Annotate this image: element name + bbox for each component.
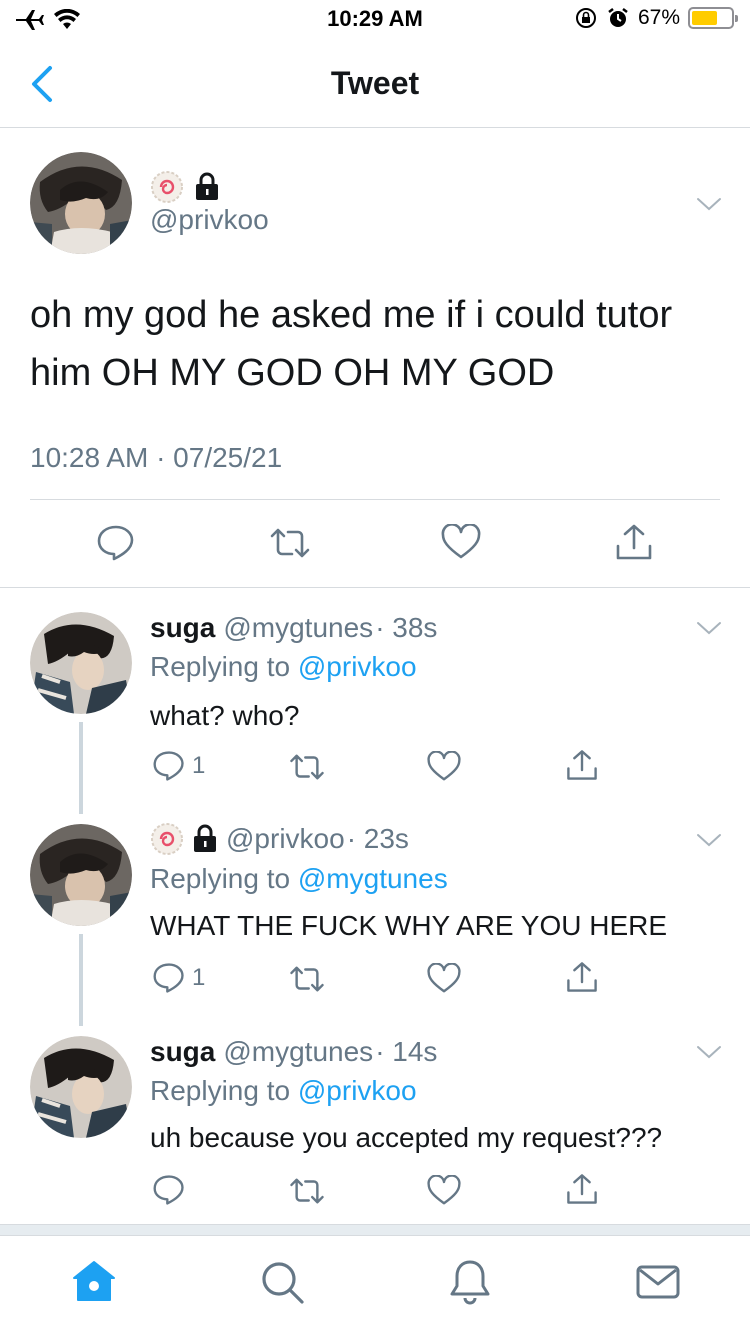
tab-bar	[0, 1236, 750, 1334]
battery-icon	[688, 7, 738, 29]
share-icon[interactable]	[565, 748, 599, 782]
tweet-text: oh my god he asked me if i could tutor h…	[30, 294, 673, 394]
replying-to: Replying to @privkoo	[150, 1075, 417, 1107]
battery-fill	[692, 11, 718, 25]
heart-icon[interactable]	[427, 1175, 461, 1206]
replying-to-label: Replying to	[150, 1075, 291, 1106]
replying-to-link[interactable]: @mygtunes	[298, 863, 448, 894]
chevron-down-icon[interactable]	[696, 620, 722, 636]
divider	[30, 499, 720, 500]
display-name[interactable]: suga	[150, 1036, 215, 1068]
display-name[interactable]: suga	[150, 612, 215, 644]
fishcake-emoji-icon	[151, 171, 183, 203]
chevron-down-icon[interactable]	[696, 832, 722, 848]
reply-time: · 38s	[375, 612, 438, 643]
heart-icon[interactable]	[427, 751, 461, 782]
share-icon[interactable]	[614, 522, 654, 562]
reply-count: 1	[192, 964, 206, 991]
reply-time: · 23s	[346, 823, 409, 854]
lock-icon	[194, 824, 216, 852]
status-bar: 10:29 AM 67%	[0, 0, 750, 40]
battery-percent: 67%	[637, 6, 680, 29]
reply-icon[interactable]	[96, 524, 136, 562]
reply-tweet[interactable]: @privkoo · 23s Replying to @mygtunes WHAT…	[0, 800, 750, 1012]
share-icon[interactable]	[565, 960, 599, 994]
reply-text: what? who?	[150, 700, 300, 731]
main-tweet: @privkoo oh my god he asked me if i coul…	[0, 128, 750, 588]
reply-time: · 14s	[375, 1036, 438, 1067]
reply-handle[interactable]: @mygtunes	[223, 1036, 373, 1068]
main-name-row	[150, 170, 220, 204]
tweet-timestamp: 10:28 AM · 07/25/21	[30, 442, 283, 473]
reply-tweet[interactable]: suga @mygtunes · 38s Replying to @privkoo…	[0, 588, 750, 800]
status-right: 67%	[574, 6, 738, 30]
replying-to-label: Replying to	[150, 863, 291, 894]
nav-bar: Tweet	[0, 40, 750, 128]
retweet-icon[interactable]	[268, 526, 312, 560]
reply-handle[interactable]: @mygtunes	[223, 612, 373, 644]
reply-icon[interactable]	[152, 1174, 186, 1206]
avatar[interactable]	[30, 824, 132, 926]
retweet-icon[interactable]	[288, 752, 326, 782]
reply-tweet[interactable]: suga @mygtunes · 14s Replying to @privkoo…	[0, 1012, 750, 1224]
replying-to: Replying to @privkoo	[150, 651, 417, 683]
notifications-icon[interactable]	[446, 1258, 494, 1306]
reply-count: 1	[192, 752, 206, 779]
retweet-icon[interactable]	[288, 964, 326, 994]
replying-to-label: Replying to	[150, 651, 291, 682]
replying-to: Replying to @mygtunes	[150, 863, 448, 895]
alarm-icon	[608, 8, 628, 27]
replying-to-link[interactable]: @privkoo	[298, 651, 417, 682]
reply-text: WHAT THE FUCK WHY ARE YOU HERE	[150, 910, 668, 941]
avatar[interactable]	[30, 612, 132, 714]
feed-separator	[0, 1224, 750, 1236]
home-icon[interactable]	[70, 1258, 118, 1306]
avatar[interactable]	[30, 1036, 132, 1138]
rotation-lock-icon	[575, 8, 596, 28]
chevron-down-icon[interactable]	[696, 196, 722, 212]
reply-icon	[153, 751, 184, 781]
fishcake-emoji-icon	[151, 823, 183, 855]
reply-header: suga @mygtunes · 38s	[150, 612, 437, 644]
reply-header: @privkoo · 23s	[150, 822, 409, 856]
reply-header: suga @mygtunes · 14s	[150, 1036, 437, 1068]
retweet-icon[interactable]	[288, 1176, 326, 1206]
avatar[interactable]	[30, 152, 132, 254]
lock-icon	[196, 172, 218, 200]
reply-button[interactable]: 1	[152, 962, 205, 994]
messages-icon[interactable]	[634, 1258, 682, 1306]
main-handle[interactable]: @privkoo	[150, 204, 269, 236]
reply-button[interactable]: 1	[152, 750, 205, 782]
replying-to-link[interactable]: @privkoo	[298, 1075, 417, 1106]
heart-icon[interactable]	[427, 963, 461, 994]
tweet-actions	[0, 524, 750, 564]
heart-icon[interactable]	[441, 524, 481, 560]
reply-text: uh because you accepted my request???	[150, 1122, 663, 1153]
reply-icon	[153, 963, 184, 993]
reply-handle[interactable]: @privkoo	[226, 823, 345, 855]
share-icon[interactable]	[565, 1172, 599, 1206]
search-icon[interactable]	[258, 1258, 306, 1306]
chevron-down-icon[interactable]	[696, 1044, 722, 1060]
page-title: Tweet	[330, 65, 420, 101]
